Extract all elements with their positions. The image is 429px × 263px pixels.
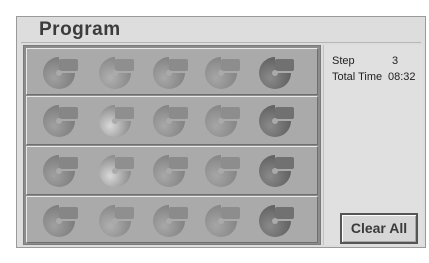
panel-title: Program [39, 19, 121, 40]
step-value: 3 [392, 55, 399, 67]
disc-track-icon [205, 205, 240, 237]
disc-track-icon [99, 205, 134, 237]
clear-all-button[interactable]: Clear All [340, 213, 418, 244]
program-slot[interactable] [149, 203, 189, 237]
program-slot[interactable] [255, 153, 295, 187]
disc-track-icon [259, 205, 294, 237]
program-slot[interactable] [201, 203, 241, 237]
disc-track-icon [259, 155, 294, 187]
program-slot[interactable] [95, 103, 135, 137]
program-slot[interactable] [201, 103, 241, 137]
program-slot[interactable] [95, 55, 135, 89]
program-slot[interactable] [39, 153, 79, 187]
program-slot[interactable] [255, 203, 295, 237]
disc-track-icon [205, 57, 240, 89]
program-slot[interactable] [39, 55, 79, 89]
disc-track-icon [259, 105, 294, 137]
program-slot[interactable] [201, 153, 241, 187]
total-time-label: Total Time [332, 71, 383, 83]
disc-track-icon [259, 57, 294, 89]
program-slot[interactable] [255, 103, 295, 137]
disc-track-icon [153, 105, 188, 137]
program-slot[interactable] [201, 55, 241, 89]
program-slot[interactable] [95, 153, 135, 187]
info-panel: Step 3 Total Time 08:32 Clear All [323, 45, 423, 245]
program-row [26, 196, 318, 243]
disc-track-icon [153, 57, 188, 89]
program-slot[interactable] [39, 103, 79, 137]
program-slot[interactable] [255, 55, 295, 89]
program-slot[interactable] [95, 203, 135, 237]
disc-track-icon [153, 205, 188, 237]
disc-track-icon [43, 155, 78, 187]
disc-track-icon [99, 155, 134, 187]
total-time-value: 08:32 [388, 71, 416, 83]
step-label: Step [332, 55, 355, 67]
disc-track-icon [99, 105, 134, 137]
title-divider [21, 42, 421, 43]
program-row [26, 96, 318, 145]
program-row [26, 48, 318, 95]
program-row [26, 146, 318, 195]
disc-track-icon [43, 105, 78, 137]
program-panel: Program Step 3 Total Time 08:32 Clear Al… [16, 16, 426, 248]
program-slot[interactable] [149, 103, 189, 137]
disc-track-icon [205, 105, 240, 137]
program-slot[interactable] [39, 203, 79, 237]
disc-track-icon [99, 57, 134, 89]
disc-track-icon [205, 155, 240, 187]
program-slot[interactable] [149, 55, 189, 89]
program-slot[interactable] [149, 153, 189, 187]
disc-track-icon [43, 57, 78, 89]
disc-track-icon [153, 155, 188, 187]
program-grid [23, 45, 321, 245]
disc-track-icon [43, 205, 78, 237]
